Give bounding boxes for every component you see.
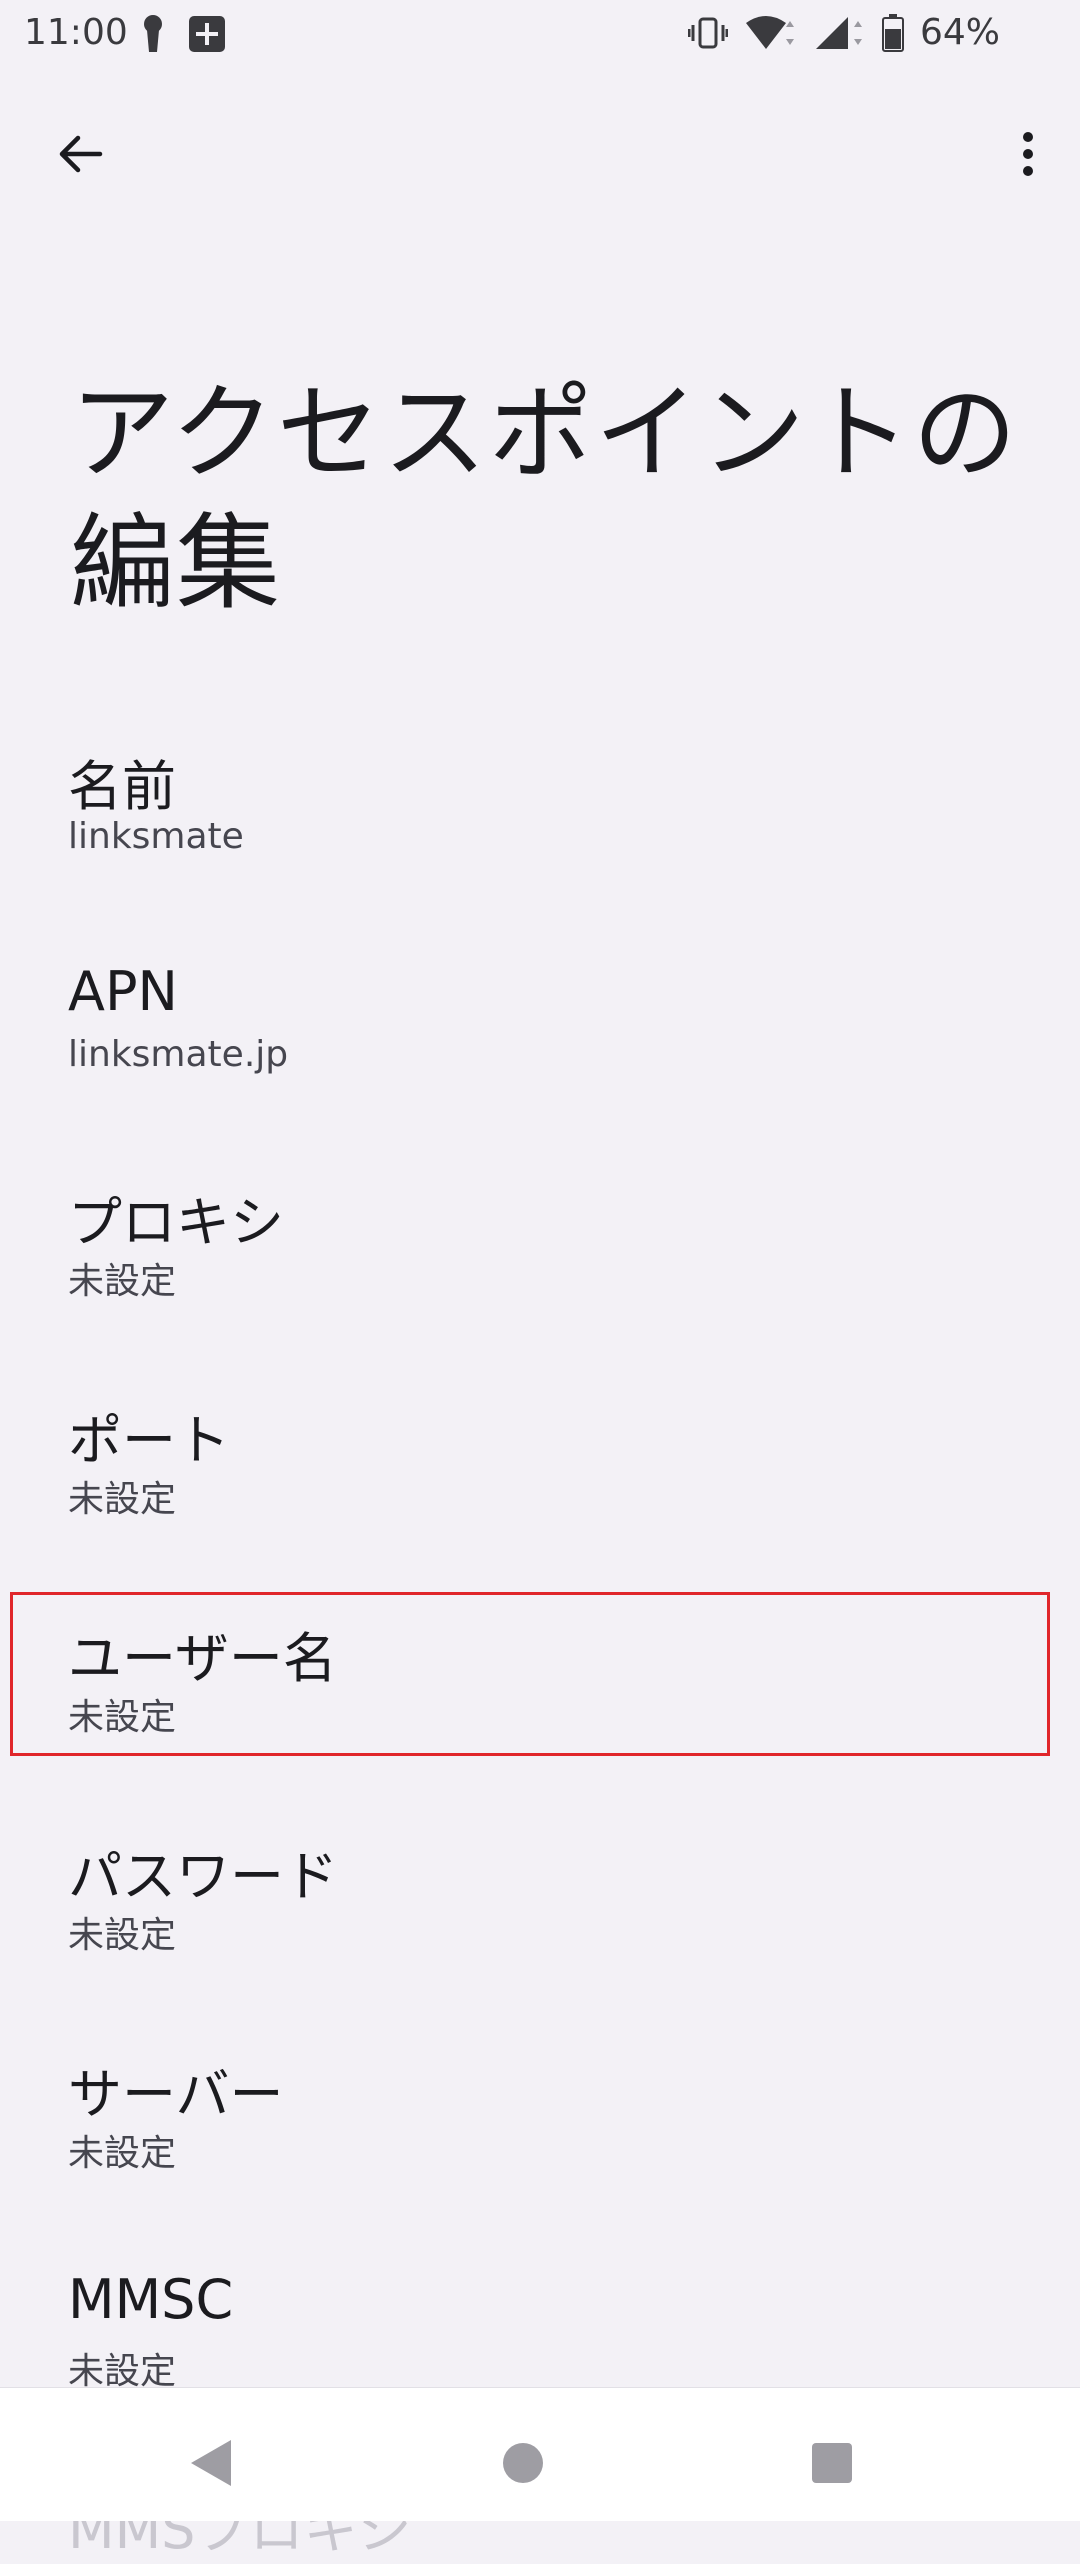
pref-title: APN [68,960,178,1023]
pref-title: パスワード [68,1845,338,1908]
pref-summary: 未設定 [68,1261,177,1302]
pref-summary: 未設定 [68,2133,177,2174]
page-title-line1: アクセスポイントの [70,372,1019,494]
battery-percentage: 64% [919,12,1000,53]
pref-item-proxy[interactable]: プロキシ 未設定 [0,1136,1080,1354]
pref-summary: 未設定 [68,1915,177,1956]
plus-box-icon [188,15,226,53]
wifi-icon [744,15,798,51]
arrow-back-icon [56,130,104,178]
nav-recents-icon [811,2442,853,2484]
pref-title: サーバー [68,2063,284,2126]
pref-item-name[interactable]: 名前 linksmate [0,700,1080,918]
pref-summary: 未設定 [68,1697,177,1738]
pref-item-port[interactable]: ポート 未設定 [0,1354,1080,1572]
status-time: 11:00 [24,12,128,53]
pref-item-apn[interactable]: APN linksmate.jp [0,918,1080,1136]
key-icon [140,14,166,54]
more-options-button[interactable] [988,114,1068,194]
nav-home-button[interactable] [488,2428,558,2498]
pref-item-server[interactable]: サーバー 未設定 [0,2008,1080,2226]
pref-item-username[interactable]: ユーザー名 未設定 [0,1572,1080,1790]
page-title-line2: 編集 [70,502,283,624]
nav-back-icon [187,2438,233,2488]
pref-summary: linksmate.jp [68,1034,289,1075]
battery-icon [881,13,904,52]
pref-title: ポート [68,1409,230,1472]
navigation-bar [0,2387,1080,2521]
nav-back-button[interactable] [175,2428,245,2498]
page-title: アクセスポイントの 編集 [70,368,1030,628]
pref-item-password[interactable]: パスワード 未設定 [0,1790,1080,2008]
more-vert-icon [1020,130,1036,178]
pref-title: MMSC [68,2268,234,2331]
signal-icon [814,15,866,51]
pref-title: プロキシ [68,1191,284,1254]
nav-home-icon [502,2442,544,2484]
app-bar [0,100,1080,195]
nav-recents-button[interactable] [797,2428,867,2498]
pref-title: 名前 [68,755,176,818]
back-button[interactable] [40,114,120,194]
preference-list: 名前 linksmate APN linksmate.jp プロキシ 未設定 ポ… [0,700,1080,2444]
pref-summary: linksmate [68,816,244,857]
pref-summary: 未設定 [68,1479,177,1520]
status-bar: 11:00 64% [0,0,1080,70]
pref-title: ユーザー名 [68,1627,337,1690]
vibrate-icon [687,15,728,51]
